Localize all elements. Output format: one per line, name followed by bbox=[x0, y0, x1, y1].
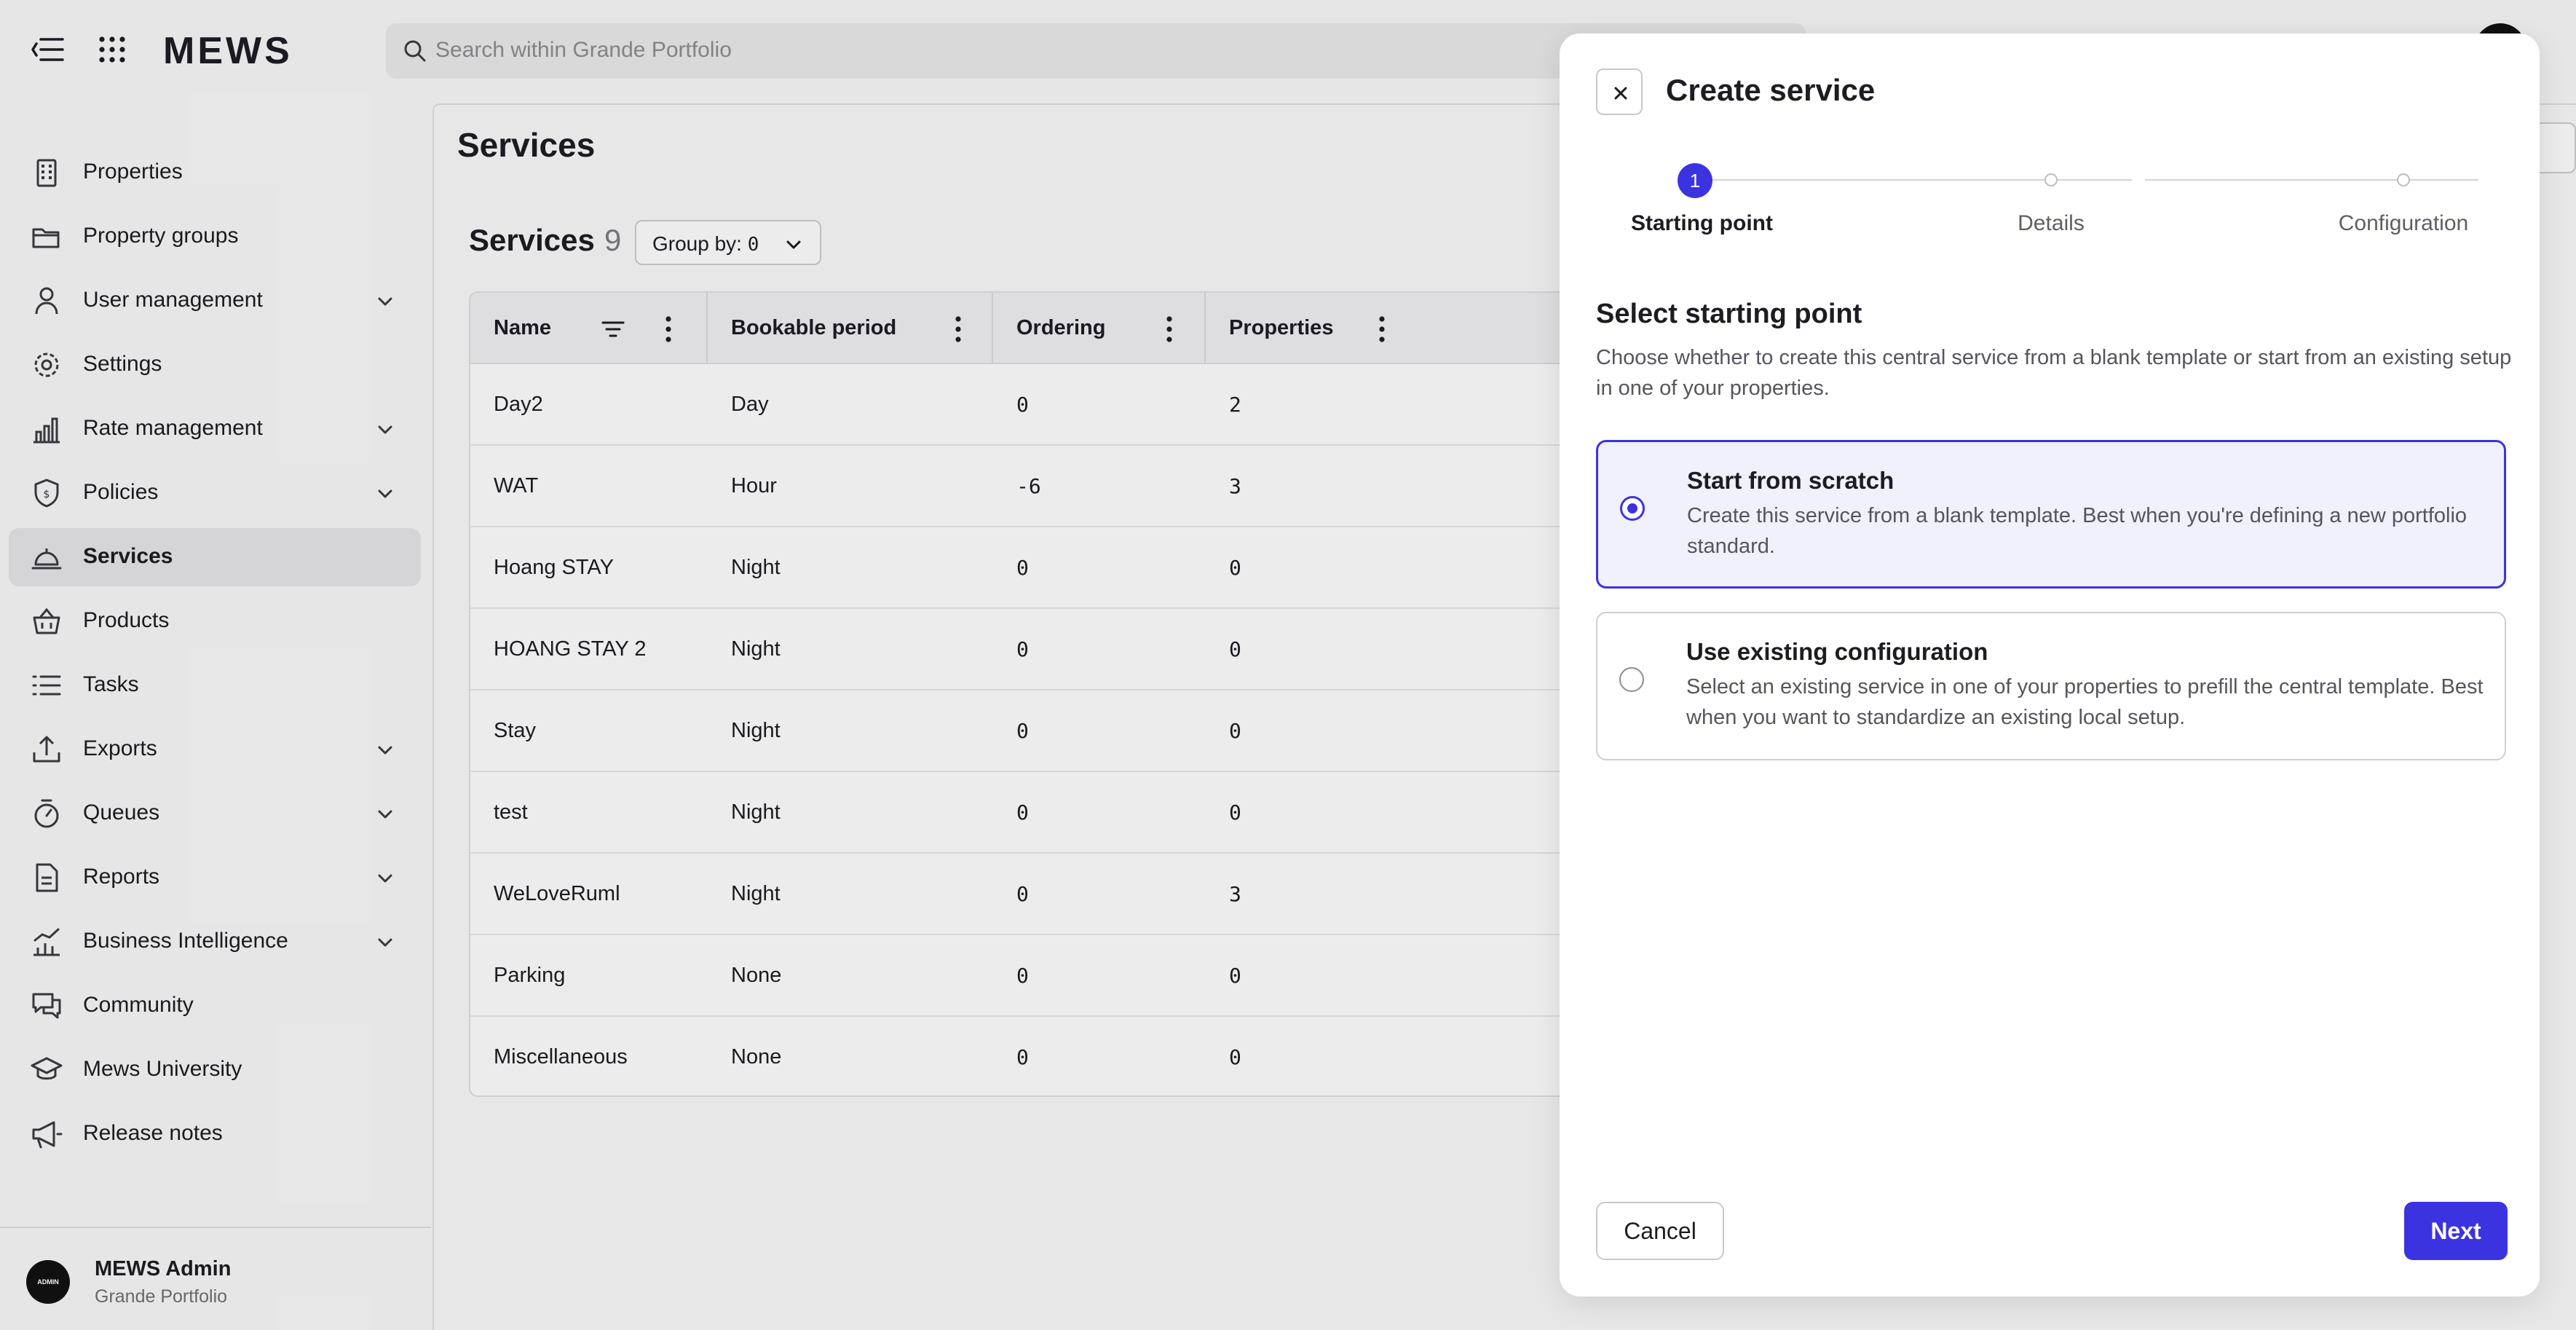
close-button[interactable] bbox=[1596, 68, 1643, 115]
stepper-connector bbox=[1712, 179, 2132, 181]
option-description: Select an existing service in one of you… bbox=[1686, 675, 2484, 729]
option-use-existing-configuration[interactable]: Use existing configuration Select an exi… bbox=[1596, 612, 2506, 760]
option-description: Create this service from a blank templat… bbox=[1687, 504, 2468, 558]
section-description: Choose whether to create this central se… bbox=[1596, 346, 2512, 400]
option-title: Start from scratch bbox=[1687, 467, 1895, 494]
section-heading: Select starting point bbox=[1596, 299, 1862, 329]
stepper-connector bbox=[2145, 179, 2478, 181]
step-label-details: Details bbox=[2018, 211, 2085, 235]
step-label-configuration: Configuration bbox=[2338, 211, 2469, 235]
cancel-button[interactable]: Cancel bbox=[1596, 1202, 1724, 1260]
close-icon bbox=[1614, 87, 1627, 100]
next-button[interactable]: Next bbox=[2404, 1202, 2508, 1260]
create-service-panel: Create service 1 Starting point Details … bbox=[1560, 34, 2540, 1296]
step-3-indicator bbox=[2397, 173, 2410, 186]
step-label-starting-point: Starting point bbox=[1631, 211, 1773, 235]
radio-button[interactable] bbox=[1619, 667, 1644, 692]
radio-button-selected[interactable] bbox=[1620, 496, 1645, 521]
panel-title: Create service bbox=[1666, 73, 1876, 107]
step-2-indicator bbox=[2044, 173, 2058, 186]
option-start-from-scratch[interactable]: Start from scratch Create this service f… bbox=[1596, 440, 2506, 589]
option-title: Use existing configuration bbox=[1686, 638, 1988, 665]
step-1-indicator: 1 bbox=[1678, 163, 1712, 198]
